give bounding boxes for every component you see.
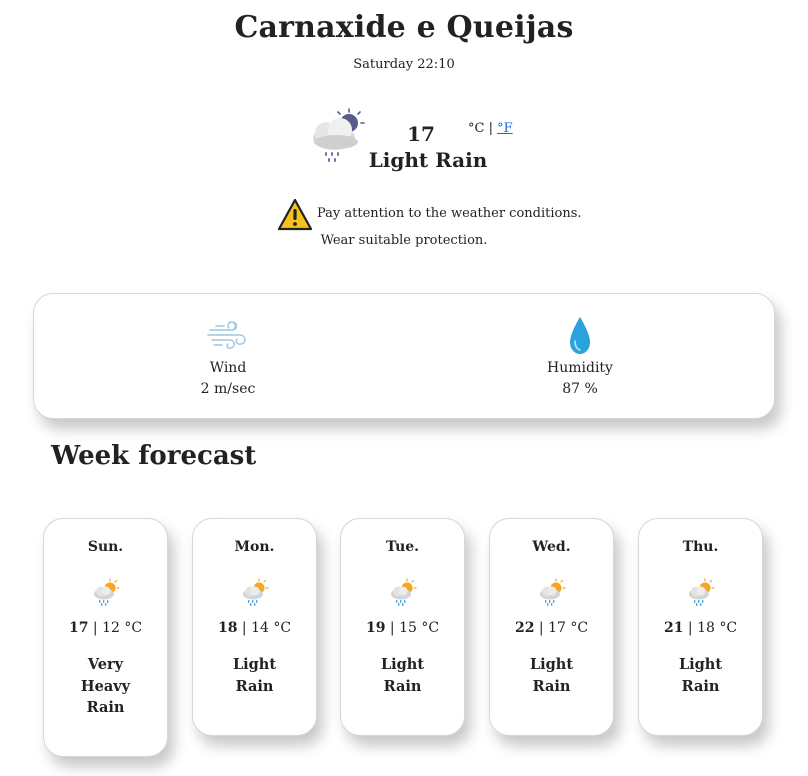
day-name: Wed. — [532, 539, 571, 555]
day-separator: | — [687, 620, 693, 636]
day-condition: Light Rain — [232, 656, 277, 695]
day-low: 14 °C — [251, 620, 292, 636]
day-name: Sun. — [87, 539, 124, 555]
day-low: 15 °C — [399, 620, 440, 636]
current-condition: Light Rain — [368, 148, 488, 172]
day-temperature: 22 | 17 °C — [490, 620, 613, 636]
day-separator: | — [538, 620, 544, 636]
day-separator: | — [241, 620, 247, 636]
warning-triangle-icon — [277, 198, 313, 231]
city-title: Carnaxide e Queijas — [234, 10, 574, 45]
day-condition: Light Rain — [678, 656, 723, 695]
humidity-label: Humidity — [547, 360, 613, 376]
wind-icon — [207, 321, 246, 349]
forecast-day-card: Sun. 17 | 12 °C Very Heavy Rain — [43, 518, 168, 757]
forecast-day-card: Mon. 18 | 14 °C Light Rain — [192, 518, 317, 736]
day-high: 21 — [663, 620, 684, 636]
day-high: 22 — [514, 620, 535, 636]
humidity-value: 87 % — [562, 381, 598, 397]
stats-panel: Wind 2 m/sec Humidity 87 % — [33, 293, 775, 419]
day-temperature: 18 | 14 °C — [193, 620, 316, 636]
day-low: 12 °C — [102, 620, 143, 636]
day-high: 19 — [365, 620, 386, 636]
humidity-stat: Humidity 87 % — [480, 294, 680, 397]
unit-fahrenheit-link[interactable]: °F — [497, 121, 513, 136]
day-high: 18 — [217, 620, 238, 636]
day-separator: | — [389, 620, 395, 636]
forecast-day-card: Thu. 21 | 18 °C Light Rain — [638, 518, 763, 736]
day-temperature: 17 | 12 °C — [44, 620, 167, 636]
water-drop-icon — [570, 317, 590, 354]
day-condition: Very Heavy Rain — [80, 656, 131, 716]
unit-celsius: °C — [468, 121, 485, 136]
sun-cloud-rain-icon — [539, 578, 566, 606]
sun-cloud-rain-icon — [390, 578, 417, 606]
day-name: Thu. — [682, 539, 719, 555]
wind-stat: Wind 2 m/sec — [128, 294, 328, 397]
wind-label: Wind — [209, 360, 247, 376]
warning-text-line2: Wear suitable protection. — [320, 233, 488, 248]
day-high: 17 — [68, 620, 89, 636]
day-temperature: 21 | 18 °C — [639, 620, 762, 636]
unit-separator: | — [488, 121, 493, 136]
warning-text-line1: Pay attention to the weather conditions. — [317, 206, 582, 221]
sun-cloud-rain-icon — [242, 578, 269, 606]
day-low: 17 °C — [548, 620, 589, 636]
day-low: 18 °C — [697, 620, 738, 636]
forecast-day-card: Tue. 19 | 15 °C Light Rain — [340, 518, 465, 736]
week-forecast-title: Week forecast — [51, 441, 257, 471]
day-name: Mon. — [234, 539, 275, 555]
day-condition: Light Rain — [380, 656, 425, 695]
day-condition: Light Rain — [529, 656, 574, 695]
sun-cloud-rain-icon — [688, 578, 715, 606]
day-name: Tue. — [385, 539, 420, 555]
date-time: Saturday 22:10 — [353, 57, 455, 72]
day-temperature: 19 | 15 °C — [341, 620, 464, 636]
unit-toggle: °C | °F — [468, 121, 513, 136]
day-separator: | — [92, 620, 98, 636]
wind-value: 2 m/sec — [200, 381, 256, 397]
current-temperature: 17 — [407, 122, 435, 146]
sun-cloud-rain-icon — [93, 578, 120, 606]
forecast-day-card: Wed. 22 | 17 °C Light Rain — [489, 518, 614, 736]
